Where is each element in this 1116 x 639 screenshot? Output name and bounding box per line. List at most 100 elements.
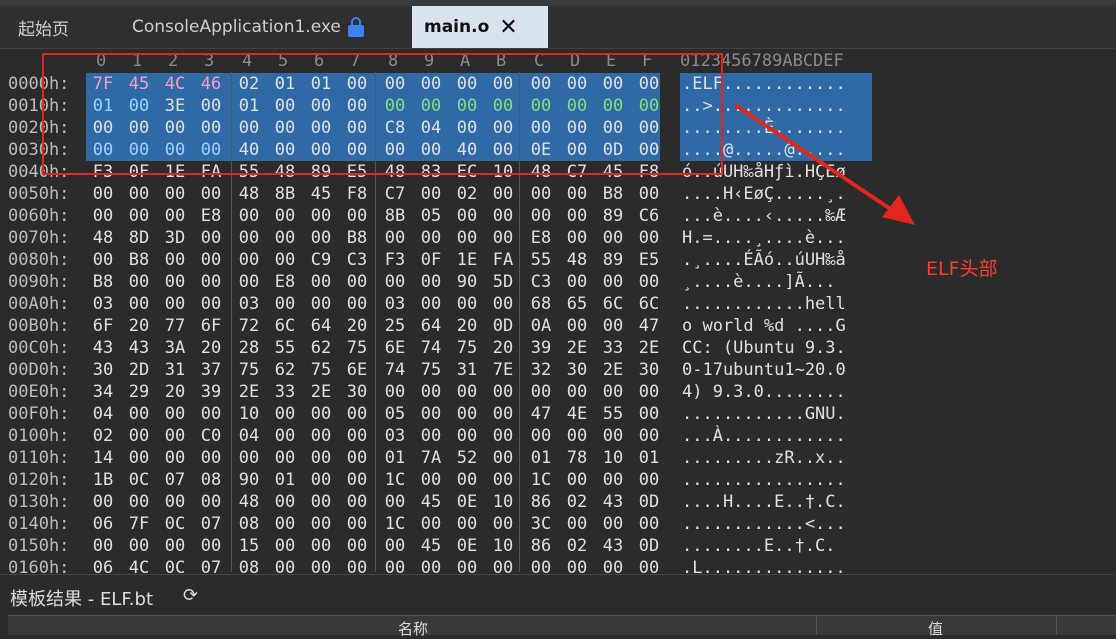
hex-byte[interactable]: 8B [268, 183, 302, 205]
tab-start-page[interactable]: 起始页 [18, 6, 69, 48]
ascii-text[interactable]: 0-17ubuntu1~20.0 [682, 359, 846, 381]
hex-byte[interactable]: 00 [450, 227, 484, 249]
hex-byte[interactable]: 00 [450, 293, 484, 315]
hex-byte[interactable]: 00 [232, 227, 266, 249]
hex-byte[interactable]: B8 [596, 183, 630, 205]
hex-byte[interactable]: 00 [378, 271, 412, 293]
hex-byte[interactable]: 00 [596, 513, 630, 535]
hex-byte[interactable]: 48 [86, 227, 120, 249]
hex-byte[interactable]: 30 [340, 381, 374, 403]
hex-byte[interactable]: 02 [86, 425, 120, 447]
hex-byte[interactable]: 33 [596, 337, 630, 359]
hex-byte[interactable]: 00 [268, 513, 302, 535]
hex-byte[interactable]: 00 [158, 249, 192, 271]
hex-byte[interactable]: 34 [86, 381, 120, 403]
hex-byte[interactable]: 00 [304, 535, 338, 557]
hex-byte[interactable]: 00 [86, 491, 120, 513]
hex-byte[interactable]: E5 [632, 249, 666, 271]
hex-byte[interactable]: 1C [378, 513, 412, 535]
hex-byte[interactable]: 00 [304, 227, 338, 249]
hex-byte[interactable]: 52 [450, 447, 484, 469]
hex-byte[interactable]: 00 [560, 469, 594, 491]
hex-byte[interactable]: 00 [340, 447, 374, 469]
hex-byte[interactable]: 00 [486, 205, 520, 227]
hex-byte[interactable]: 00 [340, 469, 374, 491]
hex-byte[interactable]: 00 [596, 381, 630, 403]
hex-byte[interactable]: 75 [414, 359, 448, 381]
hex-byte[interactable]: 10 [232, 403, 266, 425]
hex-byte[interactable]: 0D [486, 315, 520, 337]
hex-byte[interactable]: 6F [86, 315, 120, 337]
ascii-text[interactable]: ............hell [682, 293, 846, 315]
hex-byte[interactable]: 00 [122, 271, 156, 293]
hex-byte[interactable]: C3 [524, 271, 558, 293]
hex-byte[interactable]: 00 [596, 425, 630, 447]
hex-byte[interactable]: 28 [232, 337, 266, 359]
hex-byte[interactable]: 04 [86, 403, 120, 425]
hex-byte[interactable]: 77 [158, 315, 192, 337]
hex-byte[interactable]: 64 [414, 315, 448, 337]
hex-byte[interactable]: 00 [194, 271, 228, 293]
hex-byte[interactable]: 00 [596, 227, 630, 249]
hex-byte[interactable]: 02 [560, 535, 594, 557]
hex-byte[interactable]: 00 [194, 183, 228, 205]
hex-byte[interactable]: 00 [450, 403, 484, 425]
hex-byte[interactable]: 00 [450, 513, 484, 535]
hex-byte[interactable]: 00 [122, 403, 156, 425]
hex-byte[interactable]: C6 [632, 205, 666, 227]
hex-byte[interactable]: 00 [414, 513, 448, 535]
hex-byte[interactable]: 06 [86, 513, 120, 535]
hex-byte[interactable]: 48 [232, 183, 266, 205]
hex-byte[interactable]: 02 [560, 491, 594, 513]
ascii-text[interactable]: o world %d ....G [682, 315, 846, 337]
hex-byte[interactable]: 20 [340, 315, 374, 337]
hex-byte[interactable]: 00 [158, 425, 192, 447]
hex-byte[interactable]: 00 [158, 183, 192, 205]
hex-byte[interactable]: 3C [524, 513, 558, 535]
hex-byte[interactable]: 2E [596, 359, 630, 381]
hex-byte[interactable]: 48 [560, 249, 594, 271]
hex-byte[interactable]: 0A [524, 315, 558, 337]
hex-byte[interactable]: 00 [486, 403, 520, 425]
hex-byte[interactable]: 00 [560, 227, 594, 249]
hex-byte[interactable]: 45 [414, 491, 448, 513]
hex-byte[interactable]: 0C [158, 513, 192, 535]
hex-byte[interactable]: 2E [232, 381, 266, 403]
hex-byte[interactable]: 86 [524, 535, 558, 557]
hex-byte[interactable]: 00 [340, 293, 374, 315]
refresh-icon[interactable]: ⟳ [183, 585, 198, 606]
hex-byte[interactable]: FA [486, 249, 520, 271]
hex-byte[interactable]: 37 [194, 359, 228, 381]
hex-byte[interactable]: 00 [86, 535, 120, 557]
hex-byte[interactable]: 00 [194, 535, 228, 557]
hex-byte[interactable]: 00 [232, 205, 266, 227]
hex-byte[interactable]: 20 [122, 315, 156, 337]
hex-byte[interactable]: 00 [632, 469, 666, 491]
ascii-text[interactable]: ............GNU. [682, 403, 846, 425]
hex-byte[interactable]: 20 [194, 337, 228, 359]
hex-byte[interactable]: 00 [268, 491, 302, 513]
hex-byte[interactable]: 48 [232, 491, 266, 513]
hex-byte[interactable]: 31 [450, 359, 484, 381]
hex-byte[interactable]: 08 [194, 469, 228, 491]
hex-byte[interactable]: 3D [158, 227, 192, 249]
hex-byte[interactable]: 00 [378, 381, 412, 403]
hex-byte[interactable]: 00 [122, 293, 156, 315]
hex-byte[interactable]: 75 [232, 359, 266, 381]
hex-byte[interactable]: 2D [122, 359, 156, 381]
hex-byte[interactable]: 00 [486, 447, 520, 469]
hex-byte[interactable]: 74 [378, 359, 412, 381]
ascii-text[interactable]: ...À............ [682, 425, 846, 447]
hex-byte[interactable]: 00 [378, 535, 412, 557]
hex-byte[interactable]: 00 [194, 403, 228, 425]
hex-byte[interactable]: 00 [194, 491, 228, 513]
hex-byte[interactable]: 00 [304, 271, 338, 293]
column-header-value[interactable]: 值 [928, 618, 943, 639]
hex-byte[interactable]: 00 [486, 183, 520, 205]
hex-byte[interactable]: 07 [158, 469, 192, 491]
hex-byte[interactable]: 00 [340, 403, 374, 425]
hex-byte[interactable]: 00 [596, 469, 630, 491]
hex-byte[interactable]: 3A [158, 337, 192, 359]
hex-byte[interactable]: 6C [632, 293, 666, 315]
hex-byte[interactable]: 00 [304, 293, 338, 315]
